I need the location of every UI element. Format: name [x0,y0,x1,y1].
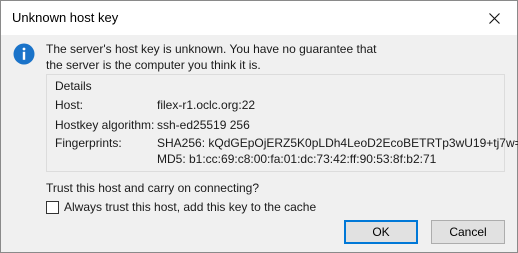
host-value: filex-r1.oclc.org:22 [157,98,256,112]
dialog-title: Unknown host key [12,10,119,25]
fingerprint-sha256: SHA256: kQdGEpOjERZ5K0pLDh4LeoD2EcoBETRT… [157,136,518,150]
details-title: Details [55,79,92,93]
unknown-host-key-dialog: Unknown host key The server's host key i… [0,0,518,253]
fingerprint-md5: MD5: b1:cc:69:c8:00:fa:01:dc:73:42:ff:90… [157,152,437,166]
message-line-1: The server's host key is unknown. You ha… [46,42,377,56]
ok-button[interactable]: OK [344,220,418,244]
always-trust-checkbox[interactable] [46,200,59,214]
info-icon [13,43,35,65]
title-bar: Unknown host key [1,1,517,35]
host-label: Host: [55,98,84,112]
warning-message: The server's host key is unknown. You ha… [46,41,466,73]
fingerprints-label: Fingerprints: [55,136,122,150]
always-trust-option[interactable]: Always trust this host, add this key to … [46,200,316,214]
cancel-button[interactable]: Cancel [431,220,505,244]
close-icon [488,12,500,24]
trust-question: Trust this host and carry on connecting? [46,181,259,195]
hostkey-algorithm-value: ssh-ed25519 256 [157,118,250,132]
message-line-2: the server is the computer you think it … [46,58,261,72]
hostkey-algorithm-label: Hostkey algorithm: [55,118,155,132]
always-trust-label[interactable]: Always trust this host, add this key to … [64,200,316,214]
close-button[interactable] [471,1,517,35]
details-group: Details Host: filex-r1.oclc.org:22 Hostk… [46,74,518,172]
